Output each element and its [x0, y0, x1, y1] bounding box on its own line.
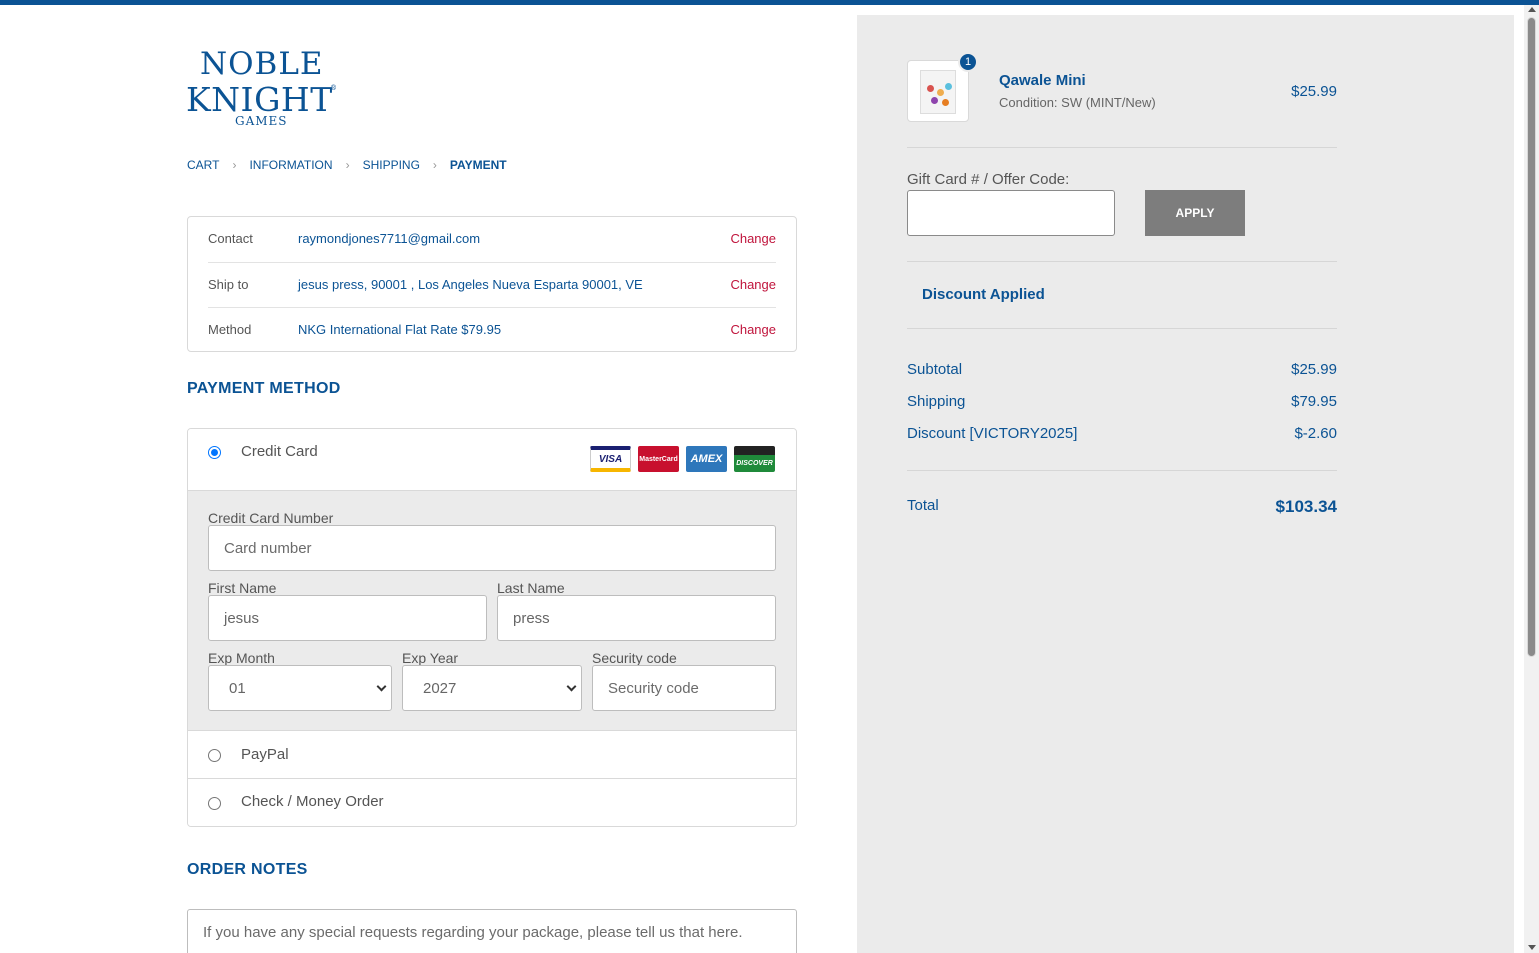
scrollbar-thumb[interactable]: [1527, 17, 1536, 657]
review-value: NKG International Flat Rate $79.95: [298, 322, 502, 337]
order-notes-heading: ORDER NOTES: [187, 861, 308, 878]
subtotal-row: Subtotal $25.99: [907, 361, 1337, 378]
chevron-down-icon: [376, 681, 387, 692]
apply-button[interactable]: APPLY: [1145, 190, 1245, 236]
discover-icon: DISCOVER: [734, 446, 775, 472]
credit-card-option[interactable]: Credit Card VISA MasterCard AMEX DISCOVE…: [188, 429, 796, 490]
first-name-label: First Name: [208, 580, 277, 596]
check-money-order-label: Check / Money Order: [241, 793, 384, 810]
credit-card-label: Credit Card: [241, 443, 318, 460]
subtotal-label: Subtotal: [907, 361, 963, 378]
scroll-up-icon[interactable]: [1528, 7, 1536, 12]
discount-applied-text: Discount Applied: [922, 286, 1045, 303]
visa-icon: VISA: [590, 446, 631, 472]
top-accent-bar: [0, 0, 1539, 5]
quantity-badge: 1: [958, 52, 978, 72]
exp-year-label: Exp Year: [402, 650, 459, 666]
product-image: [920, 70, 956, 114]
divider: [907, 261, 1337, 262]
review-row-method: Method NKG International Flat Rate $79.9…: [208, 307, 776, 352]
check-money-order-radio[interactable]: [208, 797, 221, 810]
product-price: $25.99: [1291, 83, 1337, 100]
divider: [907, 470, 1337, 471]
page-scrollbar[interactable]: [1524, 5, 1539, 953]
payment-method-heading: PAYMENT METHOD: [187, 380, 341, 397]
review-label: Contact: [208, 231, 253, 246]
breadcrumb-payment: PAYMENT: [449, 158, 507, 172]
exp-year-value: 2027: [423, 679, 457, 697]
breadcrumb-shipping[interactable]: SHIPPING: [363, 158, 420, 172]
review-row-contact: Contact raymondjones7711@gmail.com Chang…: [208, 217, 776, 262]
shipping-value: $79.95: [1291, 393, 1337, 410]
security-code-label: Security code: [592, 650, 677, 666]
site-logo[interactable]: NOBLE KNIGHT ® GAMES: [186, 46, 337, 130]
breadcrumb: CART › INFORMATION › SHIPPING › PAYMENT: [187, 158, 507, 172]
chevron-down-icon: [566, 681, 577, 692]
review-value: jesus press, 90001 , Los Angeles Nueva E…: [298, 277, 643, 292]
subtotal-value: $25.99: [1291, 361, 1337, 378]
product-thumbnail: [907, 60, 969, 122]
total-row: Total $103.34: [907, 497, 1337, 516]
amex-icon: AMEX: [686, 446, 727, 472]
paypal-radio[interactable]: [208, 749, 221, 762]
discount-row: Discount [VICTORY2025] $-2.60: [907, 425, 1337, 442]
paypal-label: PayPal: [241, 746, 289, 763]
discount-label: Discount [VICTORY2025]: [907, 425, 1078, 442]
change-ship-to-link[interactable]: Change: [730, 277, 776, 292]
review-label: Ship to: [208, 277, 249, 292]
exp-month-label: Exp Month: [208, 650, 275, 666]
last-name-input[interactable]: press: [497, 595, 776, 641]
breadcrumb-separator: ›: [345, 158, 350, 172]
logo-registered-mark: ®: [330, 84, 337, 92]
exp-month-select[interactable]: 01: [208, 665, 392, 711]
breadcrumb-separator: ›: [432, 158, 437, 172]
credit-card-fields: Credit Card Number Card number First Nam…: [188, 490, 796, 731]
total-value: $103.34: [1275, 497, 1337, 516]
mastercard-icon: MasterCard: [638, 446, 679, 472]
breadcrumb-cart[interactable]: CART: [187, 158, 219, 172]
order-notes-textarea[interactable]: If you have any special requests regardi…: [187, 909, 797, 953]
credit-card-radio[interactable]: [208, 446, 221, 459]
security-code-input[interactable]: Security code: [592, 665, 776, 711]
last-name-label: Last Name: [497, 580, 565, 596]
breadcrumb-information[interactable]: INFORMATION: [249, 158, 332, 172]
review-label: Method: [208, 322, 252, 337]
scroll-down-icon[interactable]: [1528, 945, 1536, 950]
order-summary-panel: [857, 15, 1514, 953]
divider: [907, 328, 1337, 329]
card-number-input[interactable]: Card number: [208, 525, 776, 571]
paypal-option[interactable]: PayPal: [188, 731, 796, 779]
first-name-input[interactable]: jesus: [208, 595, 487, 641]
card-logos: VISA MasterCard AMEX DISCOVER: [590, 446, 775, 472]
gift-card-input[interactable]: [907, 190, 1115, 236]
checkout-review-box: Contact raymondjones7711@gmail.com Chang…: [187, 216, 797, 352]
discount-value: $-2.60: [1294, 425, 1337, 442]
payment-methods-box: Credit Card VISA MasterCard AMEX DISCOVE…: [187, 428, 797, 827]
review-value: raymondjones7711@gmail.com: [298, 231, 481, 246]
exp-year-select[interactable]: 2027: [402, 665, 582, 711]
check-money-order-option[interactable]: Check / Money Order: [188, 778, 796, 826]
product-condition: Condition: SW (MINT/New): [999, 95, 1156, 110]
change-contact-link[interactable]: Change: [730, 231, 776, 246]
logo-text-games: GAMES: [235, 114, 288, 128]
shipping-label: Shipping: [907, 393, 966, 410]
divider: [907, 147, 1337, 148]
review-row-ship-to: Ship to jesus press, 90001 , Los Angeles…: [208, 262, 776, 307]
product-name: Qawale Mini: [999, 72, 1086, 89]
exp-month-value: 01: [229, 679, 246, 697]
order-notes-placeholder: If you have any special requests regardi…: [203, 924, 743, 941]
shipping-row: Shipping $79.95: [907, 393, 1337, 410]
change-method-link[interactable]: Change: [730, 322, 776, 337]
gift-card-label: Gift Card # / Offer Code:: [907, 171, 1070, 188]
logo-text-noble: NOBLE: [200, 46, 324, 82]
breadcrumb-separator: ›: [232, 158, 237, 172]
total-label: Total: [907, 497, 939, 514]
card-number-label: Credit Card Number: [208, 510, 334, 526]
